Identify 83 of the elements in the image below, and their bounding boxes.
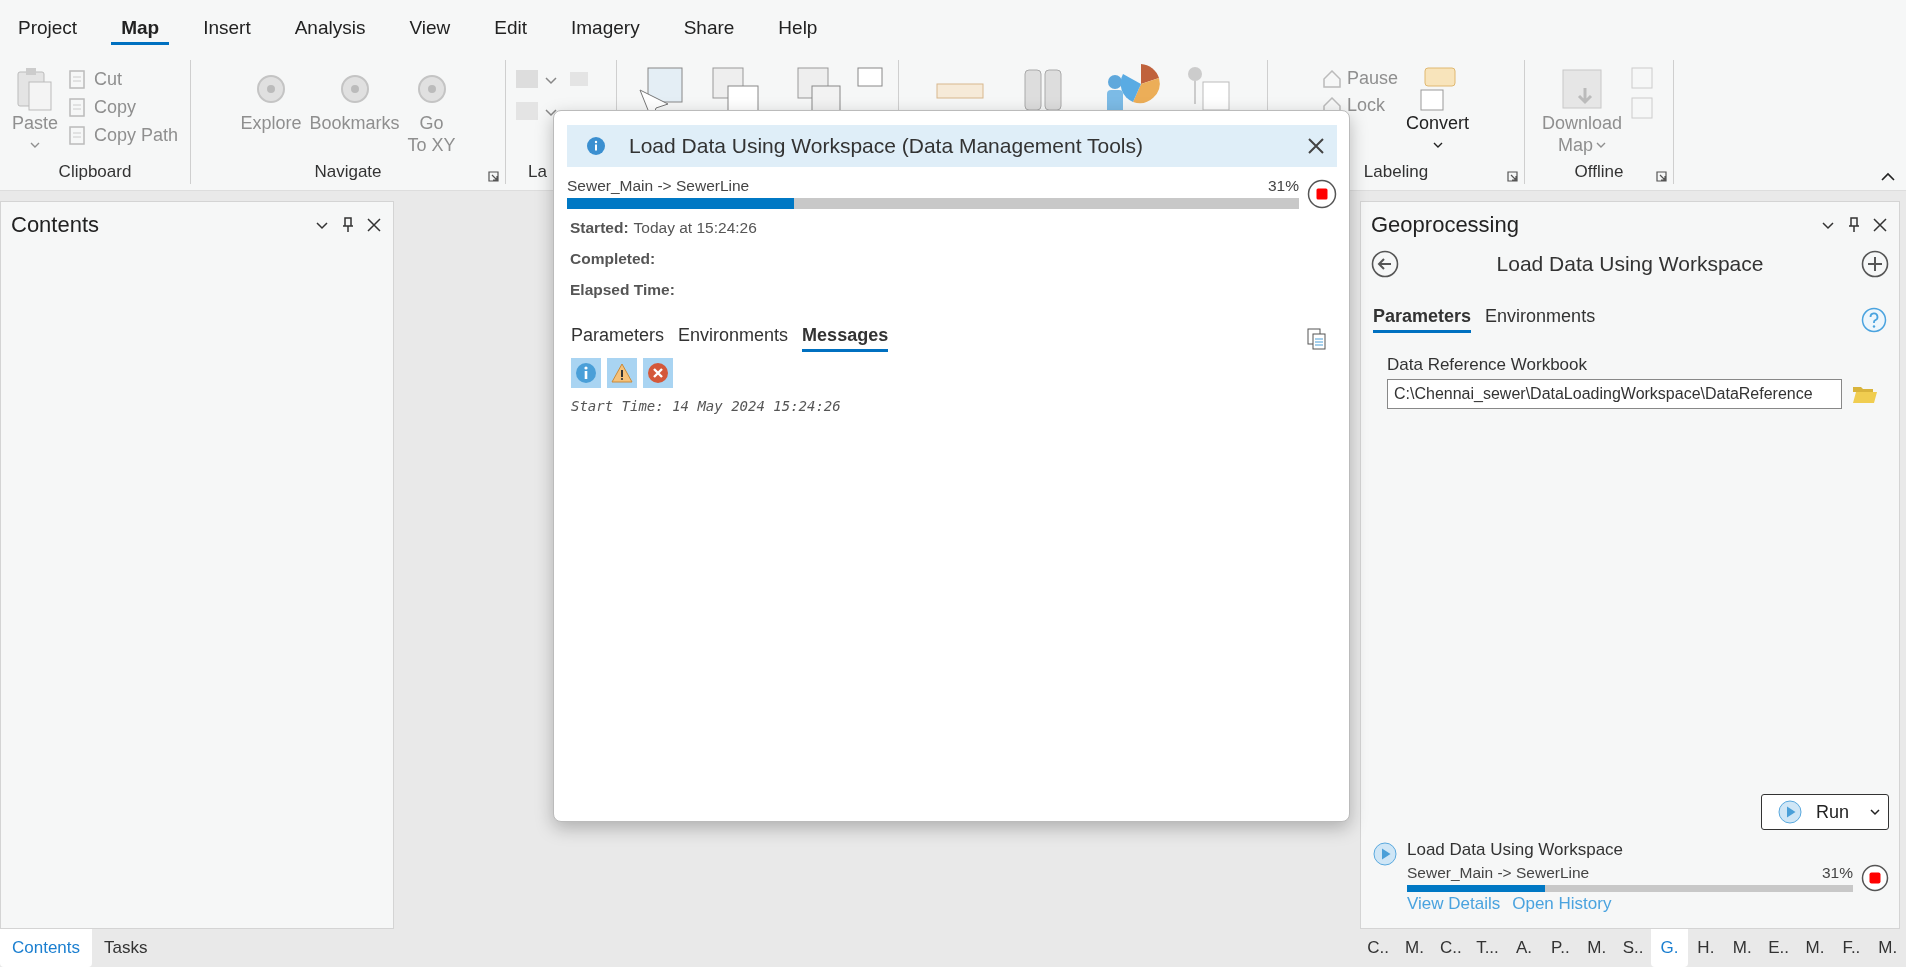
tool-tab[interactable]: Environments: [1485, 306, 1596, 333]
pane-tab[interactable]: M.: [1396, 929, 1433, 967]
back-icon[interactable]: [1371, 250, 1399, 278]
parameter-label: Data Reference Workbook: [1387, 355, 1588, 375]
play-icon: [1778, 800, 1802, 824]
chevron-down-icon: [1432, 142, 1443, 149]
dialog-launcher-icon[interactable]: [1507, 171, 1518, 182]
pin-icon[interactable]: [1847, 217, 1861, 233]
dialog-tab[interactable]: Environments: [678, 325, 789, 352]
pane-tab[interactable]: F..: [1833, 929, 1870, 967]
pane-title: Contents: [11, 212, 101, 238]
pane-tab[interactable]: E..: [1760, 929, 1797, 967]
pane-tab[interactable]: T...: [1469, 929, 1506, 967]
progress-percent: 31%: [1821, 864, 1853, 882]
close-icon[interactable]: [1873, 218, 1887, 232]
pane-tab[interactable]: M.: [1869, 929, 1906, 967]
dialog-tab[interactable]: Messages: [802, 325, 889, 352]
group-label: Navigate: [314, 162, 382, 183]
chevron-down-icon[interactable]: [1870, 808, 1880, 816]
pane-tab[interactable]: G.: [1651, 929, 1688, 967]
message-line: Start Time: 14 May 2024 15:24:26: [570, 397, 842, 414]
dialog-tab[interactable]: Parameters: [571, 325, 665, 352]
field-label: Elapsed Time:: [570, 281, 675, 299]
stop-icon[interactable]: [1861, 864, 1889, 892]
play-icon: [1373, 842, 1397, 866]
collapse-ribbon-icon[interactable]: [1880, 172, 1896, 182]
tool-tab[interactable]: Parameters: [1373, 306, 1472, 333]
tool-title: Load Data Using Workspace: [1495, 252, 1765, 276]
add-icon[interactable]: [1861, 250, 1889, 278]
group-label: Labeling: [1363, 162, 1429, 183]
dialog-title: Load Data Using Workspace (Data Management Tools): [629, 134, 1144, 158]
menu-tab[interactable]: Project: [8, 13, 88, 45]
pane-tab[interactable]: M.: [1724, 929, 1761, 967]
error-filter-button[interactable]: [643, 358, 673, 388]
group-label: Clipboard: [58, 162, 132, 183]
pane-tab[interactable]: S..: [1614, 929, 1652, 967]
pane-tab[interactable]: M.: [1578, 929, 1615, 967]
menu-tab[interactable]: Imagery: [561, 13, 650, 45]
progress-percent: 31%: [1267, 177, 1299, 195]
pane-tab[interactable]: P..: [1542, 929, 1579, 967]
close-icon[interactable]: [1307, 137, 1325, 155]
group-label: La: [527, 162, 547, 183]
info-icon: [587, 137, 605, 155]
running-tool-name: Load Data Using Workspace: [1407, 840, 1625, 860]
pane-title: Geoprocessing: [1371, 212, 1520, 238]
progress-task: Sewer_Main -> SewerLine: [1407, 864, 1590, 882]
help-icon[interactable]: [1861, 306, 1887, 333]
field-label: Started:: [570, 219, 629, 237]
pin-icon[interactable]: [341, 217, 355, 233]
pane-tab[interactable]: C..: [1360, 929, 1397, 967]
pane-tab[interactable]: C..: [1432, 929, 1470, 967]
info-filter-button[interactable]: [571, 358, 601, 388]
run-button[interactable]: Run: [1761, 794, 1889, 830]
close-icon[interactable]: [367, 218, 381, 232]
menu-tab[interactable]: Analysis: [284, 13, 376, 45]
menu-tab[interactable]: Share: [673, 13, 745, 45]
field-value: Today at 15:24:26: [633, 219, 757, 237]
pane-tab[interactable]: M.: [1796, 929, 1834, 967]
dialog-launcher-icon[interactable]: [1656, 171, 1667, 182]
group-label: Offline: [1574, 162, 1624, 183]
convert-button[interactable]: Convert: [1406, 64, 1470, 149]
document-icon: [66, 96, 88, 118]
pane-tab[interactable]: A.: [1505, 929, 1543, 967]
input-field[interactable]: C:\Chennai_sewer\DataLoadingWorkspace\DataReference: [1387, 379, 1842, 409]
map-download-icon: [1559, 66, 1605, 112]
progress-task: Sewer_Main -> SewerLine: [567, 177, 750, 195]
menu-tab[interactable]: View: [399, 13, 461, 45]
menu-tab[interactable]: Help: [768, 13, 828, 45]
menu-tab[interactable]: Map: [111, 13, 170, 45]
menu-tab[interactable]: Edit: [484, 13, 537, 45]
dialog-launcher-icon[interactable]: [488, 171, 499, 182]
pane-tab[interactable]: Contents: [0, 929, 93, 967]
pane-tab[interactable]: Tasks: [92, 929, 160, 967]
clipboard-icon: [14, 66, 55, 112]
document-icon: [66, 68, 88, 90]
chevron-down-icon: [1596, 141, 1606, 149]
menu-tab[interactable]: Insert: [193, 13, 261, 45]
stop-icon[interactable]: [1307, 179, 1337, 209]
document-icon: [66, 124, 88, 146]
field-label: Completed:: [570, 250, 656, 268]
copy-icon[interactable]: [1307, 327, 1327, 350]
chevron-down-icon: [29, 142, 40, 149]
pane-tab[interactable]: H.: [1687, 929, 1725, 967]
